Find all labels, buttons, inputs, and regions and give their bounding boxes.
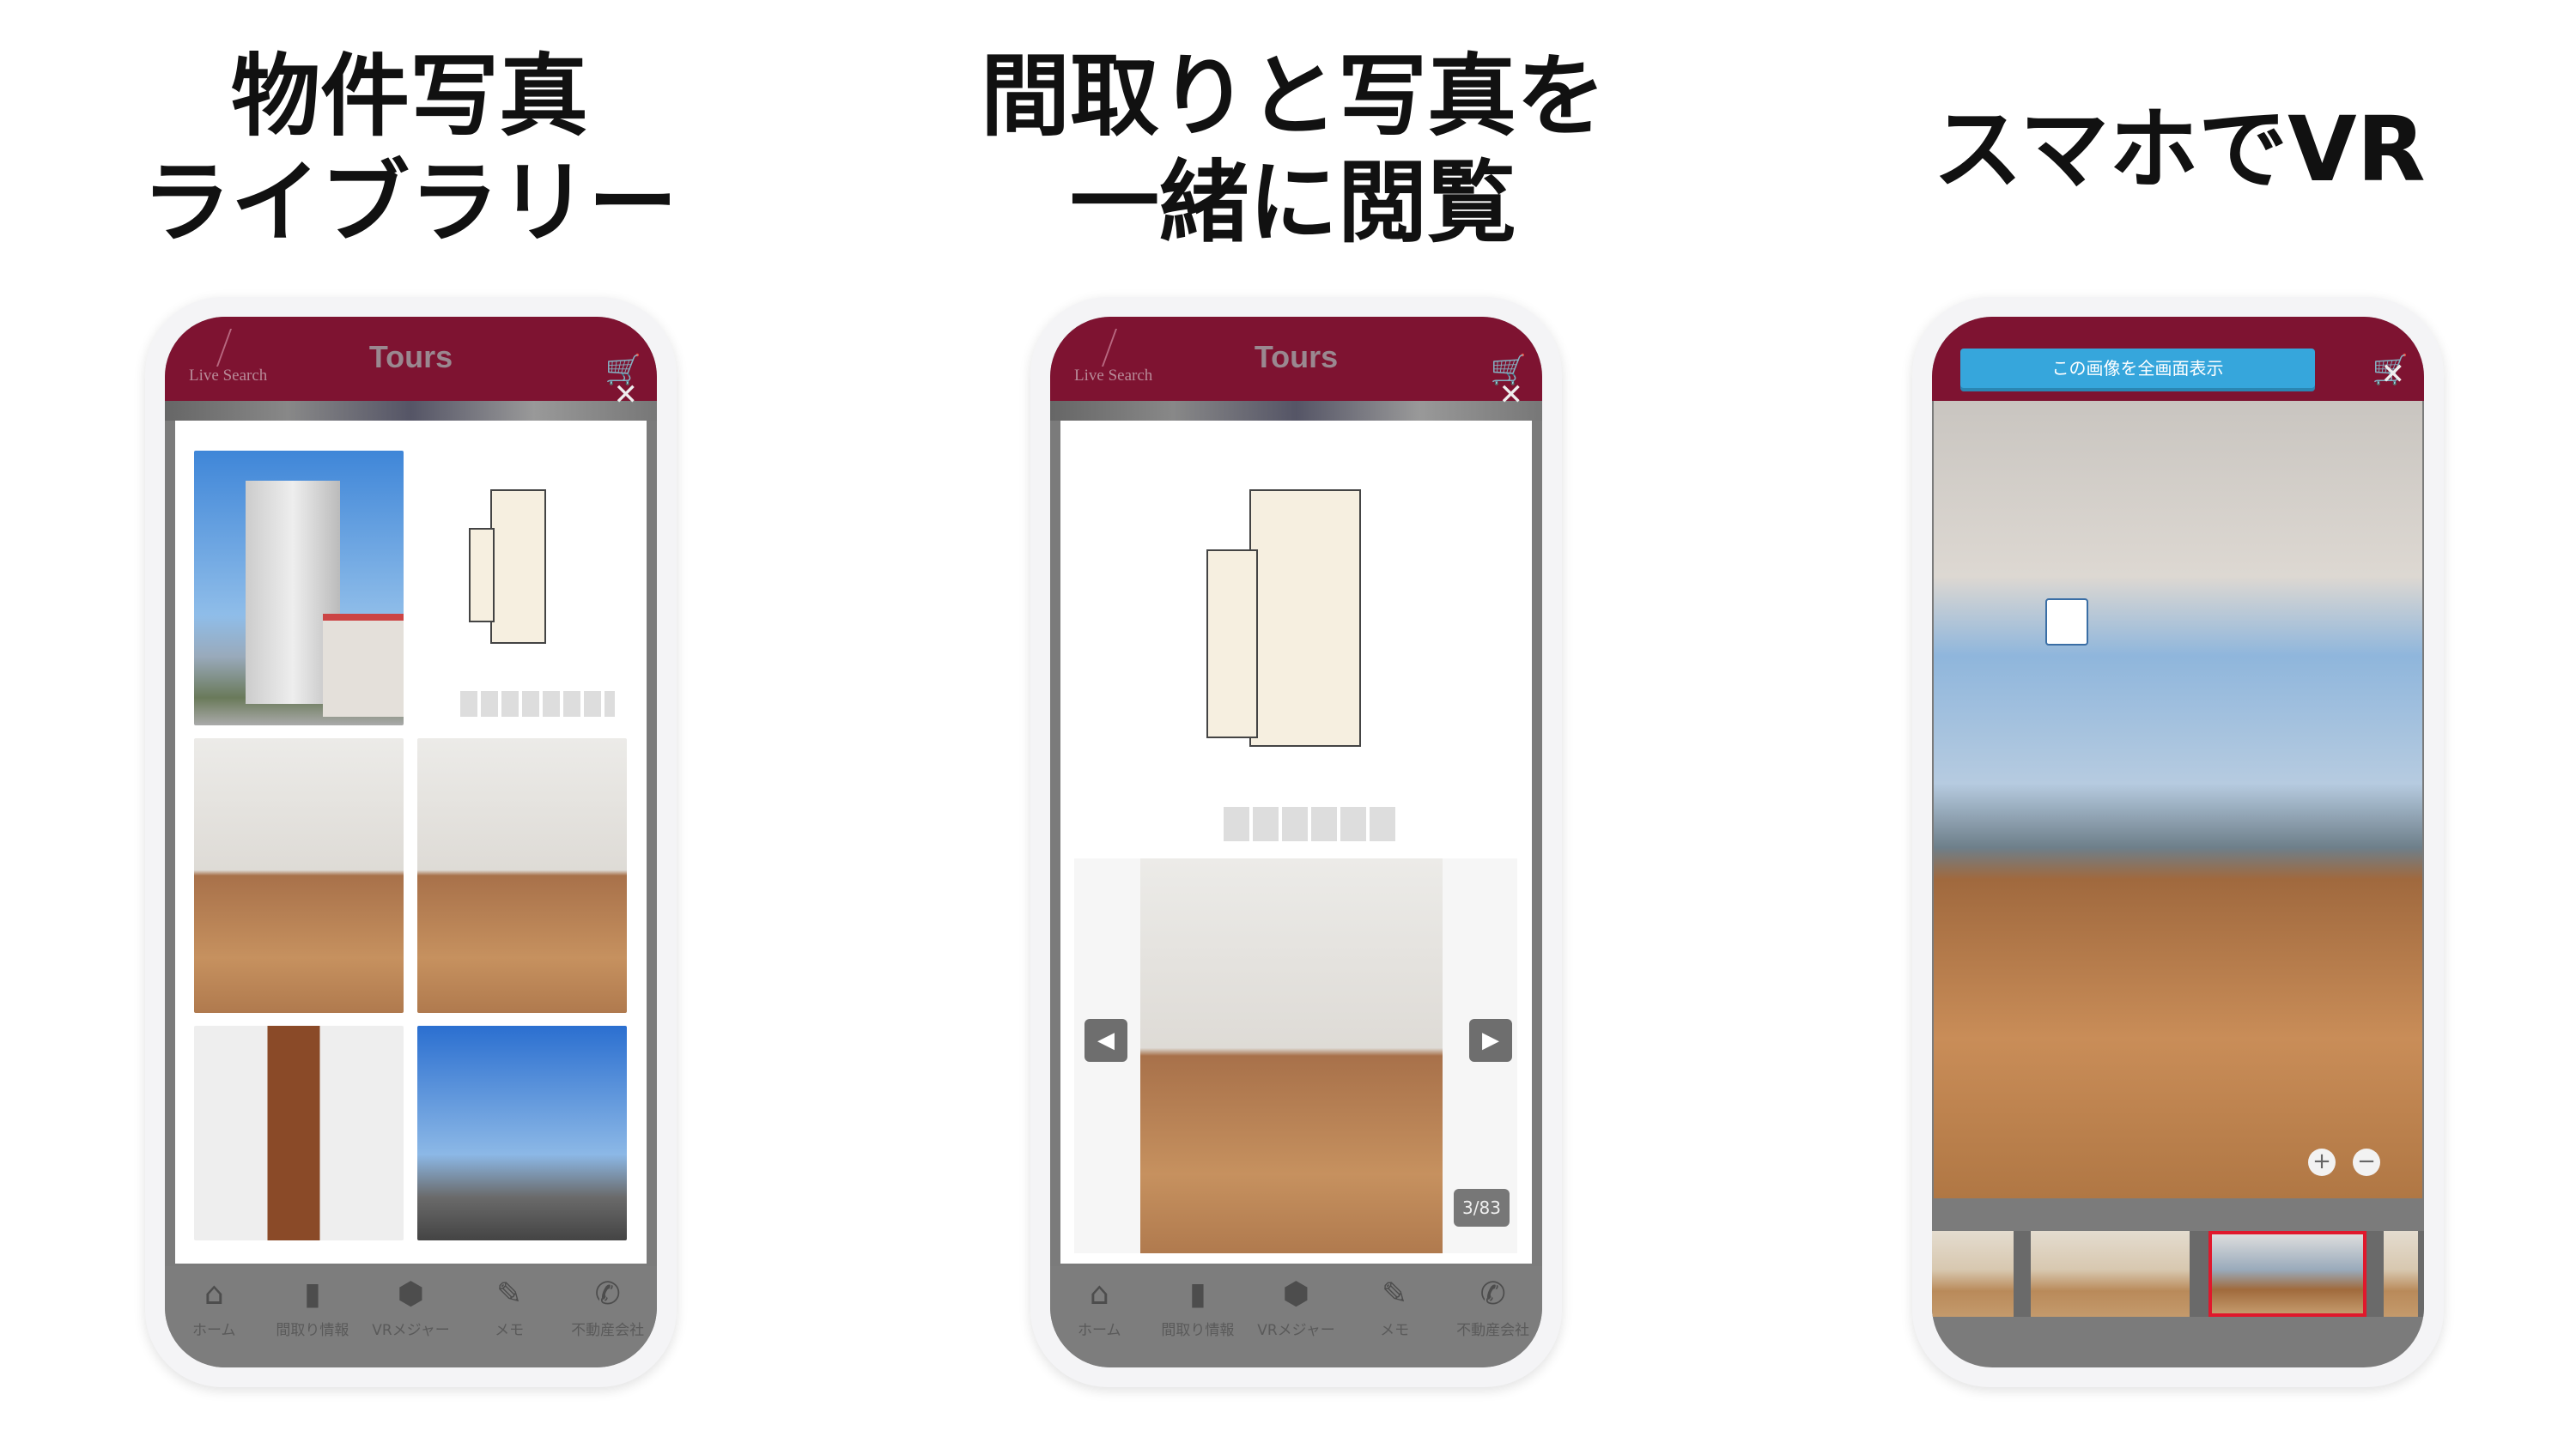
image-counter: 3/83 — [1454, 1189, 1510, 1227]
heading-plan-and-photo: 間取りと写真を 一緒に閲覧 — [980, 44, 1607, 255]
floor-plan-image[interactable] — [1078, 438, 1516, 850]
photo-floor-plan[interactable] — [417, 451, 627, 725]
app-header: Live Search Tours 🛒 ✕ — [1050, 317, 1542, 409]
memo-edit-icon: ✎ — [495, 1276, 523, 1312]
nav-item-label: VRメジャー — [372, 1322, 450, 1339]
phone-screen: ◀ ▶ 3/83 ⌂ ホーム ▮ 間取り情報 ⬢ VRメジャー ✎ メモ ✆ 不動産会社 Live… — [1050, 317, 1542, 1367]
photo-balcony[interactable] — [417, 1026, 627, 1240]
door-icon: ▮ — [303, 1276, 321, 1312]
cubes-icon: ⬢ — [1282, 1276, 1310, 1312]
header-title: Tours — [1254, 339, 1339, 374]
vr-thumbnail-selected[interactable] — [2208, 1231, 2366, 1317]
zoom-out-button[interactable]: − — [2353, 1149, 2380, 1176]
nav-item-2[interactable]: ⬢ VRメジャー — [1247, 1266, 1346, 1367]
chevron-right-icon[interactable]: ▶ — [1469, 1019, 1512, 1062]
home-icon: ⌂ — [1089, 1276, 1109, 1312]
photo-building[interactable] — [194, 451, 404, 725]
header-title: Tours — [368, 339, 453, 374]
heading-photo-library: 物件写真 ライブラリー — [141, 44, 678, 255]
vr-thumbnail[interactable] — [1932, 1231, 2014, 1317]
nav-item-3[interactable]: ✎ メモ — [460, 1266, 559, 1367]
phone-photo-library: ⌂ ホーム ▮ 間取り情報 ⬢ VRメジャー ✎ メモ ✆ 不動産会社 Live Search To… — [145, 297, 677, 1387]
nav-item-0[interactable]: ⌂ ホーム — [165, 1266, 264, 1367]
close-icon[interactable]: ✕ — [2381, 360, 2406, 389]
photo-library-panel — [175, 421, 647, 1264]
fullscreen-button[interactable]: この画像を全画面表示 — [1960, 349, 2315, 388]
nav-item-label: ホーム — [192, 1322, 236, 1339]
vr-panorama[interactable]: + − — [1934, 401, 2422, 1198]
nav-item-label: 間取り情報 — [1161, 1322, 1235, 1339]
nav-item-4[interactable]: ✆ 不動産会社 — [558, 1266, 657, 1367]
close-icon[interactable]: ✕ — [614, 380, 639, 409]
photo-room[interactable] — [194, 738, 404, 1013]
vr-thumbnail[interactable] — [2031, 1231, 2190, 1317]
nav-item-label: メモ — [495, 1322, 525, 1339]
nav-item-2[interactable]: ⬢ VRメジャー — [361, 1266, 460, 1367]
phone-plan-viewer: ◀ ▶ 3/83 ⌂ ホーム ▮ 間取り情報 ⬢ VRメジャー ✎ メモ ✆ 不動産会社 Live… — [1030, 297, 1562, 1387]
phone-icon: ✆ — [1479, 1276, 1506, 1312]
nav-item-label: VRメジャー — [1257, 1322, 1335, 1339]
nav-item-label: ホーム — [1078, 1322, 1121, 1339]
nav-item-1[interactable]: ▮ 間取り情報 — [1149, 1266, 1248, 1367]
photo-hallway[interactable] — [194, 1026, 404, 1240]
nav-item-1[interactable]: ▮ 間取り情報 — [264, 1266, 362, 1367]
nav-item-3[interactable]: ✎ メモ — [1346, 1266, 1444, 1367]
measure-label[interactable] — [2045, 598, 2088, 646]
memo-edit-icon: ✎ — [1381, 1276, 1408, 1312]
nav-item-0[interactable]: ⌂ ホーム — [1050, 1266, 1149, 1367]
nav-item-label: 不動産会社 — [571, 1322, 645, 1339]
phone-icon: ✆ — [594, 1276, 621, 1312]
chevron-left-icon[interactable]: ◀ — [1084, 1019, 1127, 1062]
vr-thumbnail[interactable] — [2384, 1231, 2418, 1317]
close-icon[interactable]: ✕ — [1499, 380, 1524, 409]
nav-item-label: 不動産会社 — [1456, 1322, 1530, 1339]
door-icon: ▮ — [1188, 1276, 1206, 1312]
bottom-nav: ⌂ ホーム ▮ 間取り情報 ⬢ VRメジャー ✎ メモ ✆ 不動産会社 — [165, 1266, 657, 1367]
phone-vr-viewer: + − 🛒 ✕ この画像を全画面表示 — [1912, 297, 2444, 1387]
vr-thumbnail-strip — [1932, 1231, 2424, 1317]
phone-screen: ⌂ ホーム ▮ 間取り情報 ⬢ VRメジャー ✎ メモ ✆ 不動産会社 Live Search To… — [165, 317, 657, 1367]
heading-smartphone-vr: スマホでVR — [1933, 97, 2426, 202]
nav-item-4[interactable]: ✆ 不動産会社 — [1443, 1266, 1542, 1367]
home-icon: ⌂ — [204, 1276, 224, 1312]
room-photo[interactable] — [1140, 858, 1443, 1253]
photo-room[interactable] — [417, 738, 627, 1013]
plan-viewer-panel: ◀ ▶ 3/83 — [1060, 421, 1532, 1264]
app-header: Live Search Tours 🛒 ✕ — [165, 317, 657, 409]
nav-item-label: 間取り情報 — [276, 1322, 349, 1339]
phone-screen: + − 🛒 ✕ この画像を全画面表示 — [1932, 317, 2424, 1367]
nav-item-label: メモ — [1380, 1322, 1410, 1339]
zoom-in-button[interactable]: + — [2308, 1149, 2336, 1176]
bottom-nav: ⌂ ホーム ▮ 間取り情報 ⬢ VRメジャー ✎ メモ ✆ 不動産会社 — [1050, 1266, 1542, 1367]
cubes-icon: ⬢ — [397, 1276, 425, 1312]
